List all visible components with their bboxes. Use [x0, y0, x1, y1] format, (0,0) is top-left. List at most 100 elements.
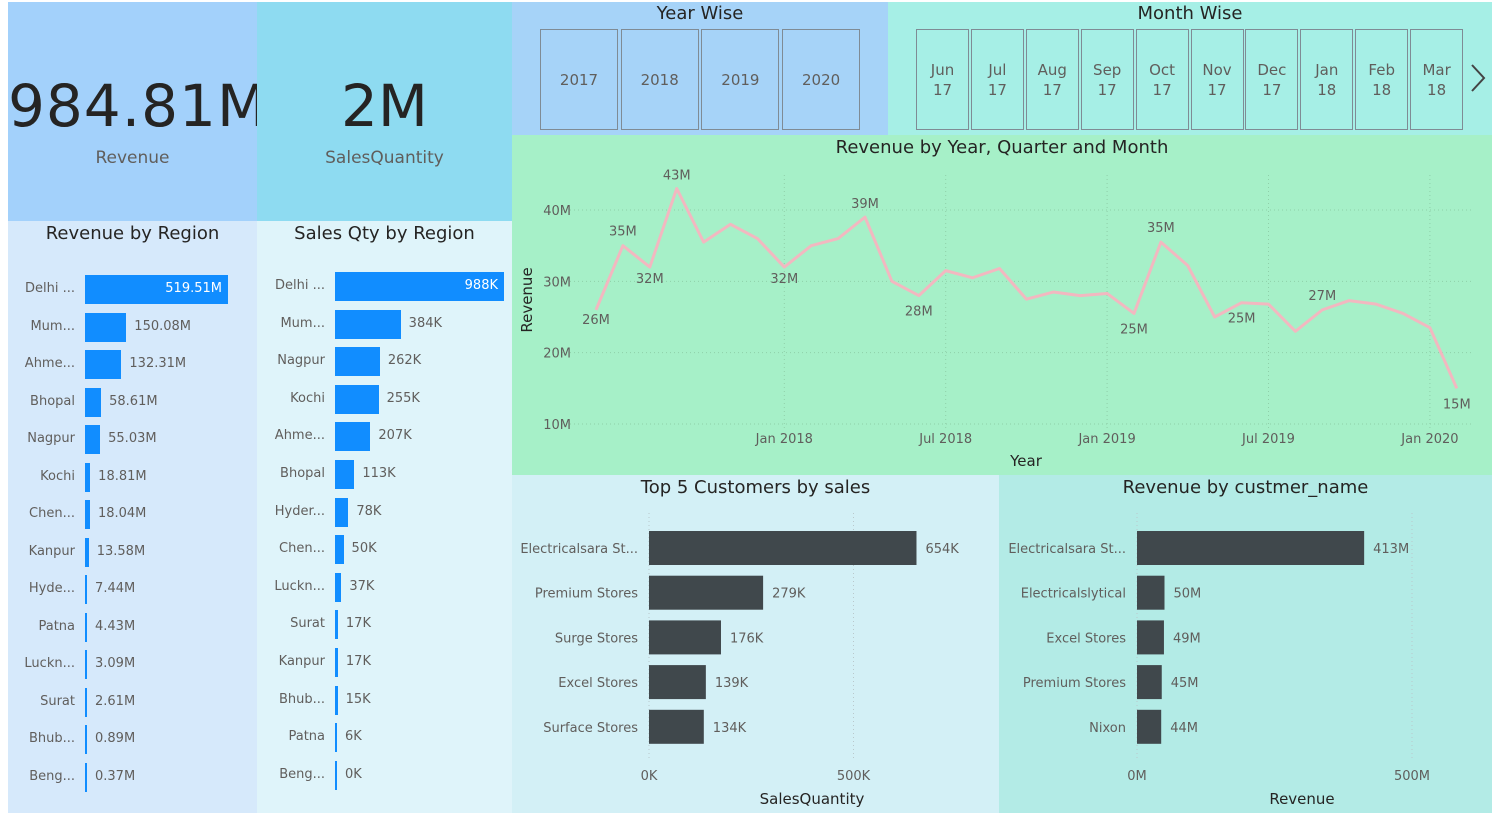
category-label: Delhi ... [24, 281, 75, 296]
bar[interactable] [85, 762, 87, 792]
data-label: 4.43M [95, 618, 136, 634]
year-option-2017[interactable]: 2017 [540, 29, 618, 130]
bar[interactable] [335, 723, 337, 753]
bar[interactable] [85, 612, 87, 642]
y-tick-label: 20M [543, 347, 571, 362]
bar[interactable] [649, 665, 706, 700]
data-label: 58.61M [109, 393, 158, 409]
bar[interactable] [335, 648, 338, 677]
month-option-nov-17[interactable]: Nov 17 [1190, 29, 1244, 130]
month-year: 17 [1097, 80, 1117, 99]
bar[interactable] [1137, 709, 1162, 744]
category-label: Kanpur [28, 543, 75, 559]
bar[interactable] [335, 422, 371, 452]
bar[interactable] [335, 610, 338, 640]
year-option-2018[interactable]: 2018 [620, 29, 699, 130]
quantity-label: SalesQuantity [325, 148, 444, 168]
bar[interactable] [335, 497, 349, 527]
data-label: 18.04M [97, 506, 147, 521]
month-year: 17 [1207, 80, 1227, 99]
month-slicer-title: Month Wise [1137, 3, 1243, 24]
chevron-right-icon[interactable] [1466, 62, 1488, 94]
point-label: 35M [1147, 221, 1175, 236]
data-label: 0.37M [95, 768, 136, 784]
bar[interactable] [85, 462, 91, 492]
category-label: Bhopal [30, 393, 75, 409]
month-name: Jun [930, 60, 955, 79]
category-label: Kanpur [278, 654, 325, 669]
month-year: 18 [1427, 80, 1447, 99]
bar[interactable] [85, 350, 122, 379]
month-option-jun-17[interactable]: Jun 17 [916, 29, 969, 130]
bar[interactable] [85, 500, 90, 529]
month-option-jan-18[interactable]: Jan 18 [1300, 29, 1354, 130]
month-option-dec-17[interactable]: Dec 17 [1245, 29, 1299, 130]
bar[interactable] [85, 537, 89, 567]
data-label: 150.08M [134, 318, 192, 334]
y-tick-label: 40M [543, 204, 571, 219]
point-label: 28M [905, 305, 933, 320]
revenue-line-chart: Revenue by Year, Quarter and Month 10M 20… [512, 135, 1492, 475]
bar[interactable] [335, 535, 344, 565]
x-axis-title: SalesQuantity [760, 790, 865, 808]
data-label: 654K [925, 542, 959, 557]
bar[interactable] [85, 725, 87, 754]
revenue-value: 984.81M [8, 72, 268, 140]
category-label: Hyder... [274, 503, 325, 519]
data-label: 17K [345, 616, 371, 632]
data-label: 37K [349, 578, 375, 594]
bar[interactable] [649, 531, 917, 565]
top5-customers-chart: Top 5 Customers by sales 0K 500K SalesQuan… [512, 475, 999, 813]
bar[interactable] [649, 620, 721, 655]
category-label: Electricalsara St... [520, 542, 638, 557]
point-label: 26M [582, 313, 610, 328]
bar[interactable] [1137, 665, 1162, 700]
bar[interactable] [1137, 575, 1165, 610]
data-label: 17K [345, 654, 371, 669]
bar[interactable] [85, 687, 87, 717]
x-tick-label: 500M [1394, 769, 1430, 784]
x-tick-label: Jan 2020 [1400, 432, 1458, 447]
month-year: 17 [1042, 80, 1062, 99]
month-option-feb-18[interactable]: Feb 18 [1355, 29, 1409, 130]
bar[interactable] [335, 460, 355, 489]
month-option-mar-18[interactable]: Mar 18 [1410, 29, 1464, 130]
revenue-by-customer-plot: 0M 500M Revenue Electricalsara St... 413M Ele… [1008, 513, 1430, 808]
month-option-jul-17[interactable]: Jul 17 [970, 29, 1024, 130]
bar[interactable] [335, 685, 338, 715]
bar[interactable] [649, 575, 764, 610]
data-label: 413M [1373, 542, 1409, 557]
month-name: Feb [1368, 60, 1395, 79]
bar[interactable] [649, 709, 704, 744]
x-tick-label: Jan 2019 [1077, 432, 1135, 447]
bar[interactable] [1137, 620, 1164, 655]
month-name: Aug [1037, 60, 1067, 79]
bar[interactable] [335, 347, 380, 377]
revenue-by-region-title: Revenue by Region [45, 223, 220, 244]
bar[interactable] [335, 760, 337, 790]
bar[interactable] [85, 650, 87, 679]
quantity-value: 2M [341, 72, 428, 140]
bar[interactable] [335, 572, 342, 602]
month-option-aug-17[interactable]: Aug 17 [1025, 29, 1079, 130]
bar[interactable] [1137, 531, 1365, 565]
category-label: Excel Stores [1046, 631, 1126, 646]
month-option-sep-17[interactable]: Sep 17 [1080, 29, 1134, 130]
bar[interactable] [335, 309, 401, 339]
category-label: Nixon [1089, 721, 1126, 736]
bar[interactable] [85, 312, 127, 342]
month-option-oct-17[interactable]: Oct 17 [1135, 29, 1189, 130]
category-label: Beng... [279, 766, 325, 782]
bar[interactable] [85, 575, 88, 604]
data-label: 7.44M [95, 581, 136, 596]
bar[interactable] [85, 425, 101, 454]
y-tick-label: 10M [543, 418, 571, 433]
data-label: 13.58M [96, 543, 146, 559]
year-option-2019[interactable]: 2019 [701, 29, 780, 130]
bar[interactable] [85, 387, 102, 417]
category-label: Electricalsara St... [1008, 542, 1126, 557]
year-option-2020[interactable]: 2020 [782, 29, 861, 130]
year-slicer: Year Wise 2017 2018 2019 2020 [512, 2, 888, 135]
bar[interactable] [335, 384, 379, 414]
category-label: Electricalslytical [1021, 587, 1126, 602]
